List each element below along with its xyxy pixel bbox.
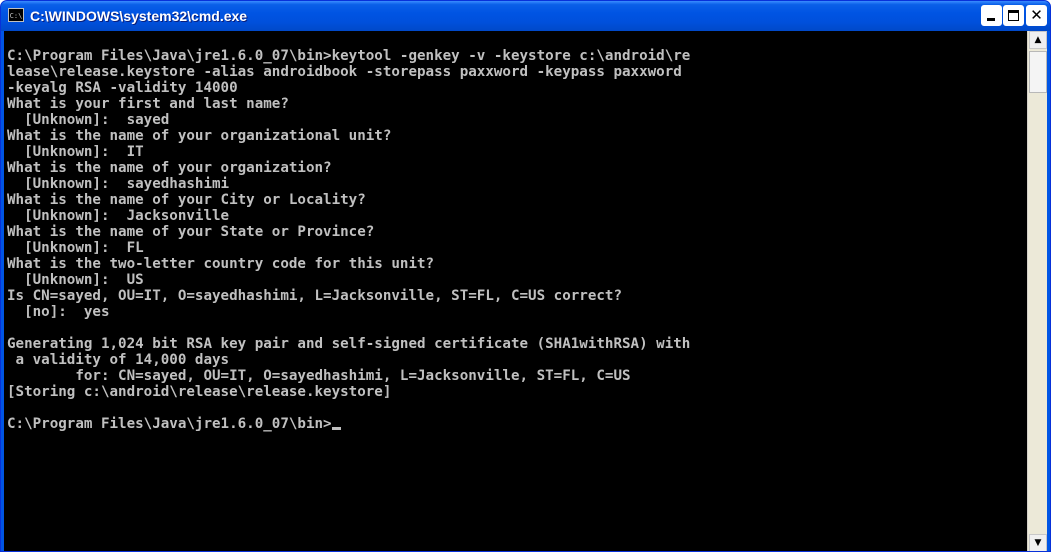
minimize-icon: [987, 18, 995, 21]
console-line: [Unknown]: IT: [7, 144, 144, 160]
console-line: [Unknown]: FL: [7, 240, 144, 256]
minimize-button[interactable]: [981, 5, 1002, 26]
console-line: What is the name of your organizational …: [7, 128, 392, 144]
console-line: Is CN=sayed, OU=IT, O=sayedhashimi, L=Ja…: [7, 288, 622, 304]
console-line: lease\release.keystore -alias androidboo…: [7, 64, 682, 80]
vertical-scrollbar[interactable]: ▲ ▼: [1027, 31, 1047, 551]
console-line: [Unknown]: sayed: [7, 112, 170, 128]
scroll-down-arrow-icon[interactable]: ▼: [1029, 534, 1047, 551]
scrollbar-thumb[interactable]: [1029, 51, 1047, 93]
console-line: What is the name of your City or Localit…: [7, 192, 366, 208]
console-line: [Unknown]: US: [7, 272, 144, 288]
close-icon: ✕: [1030, 6, 1043, 24]
console-line: -keyalg RSA -validity 14000: [7, 80, 238, 96]
console-line: [Storing c:\android\release\release.keys…: [7, 384, 392, 400]
console-line: What is your first and last name?: [7, 96, 289, 112]
console-output[interactable]: C:\Program Files\Java\jre1.6.0_07\bin>ke…: [7, 48, 1023, 548]
console-area[interactable]: C:\Program Files\Java\jre1.6.0_07\bin>ke…: [4, 31, 1047, 551]
cmd-icon[interactable]: C:\: [8, 8, 24, 22]
scroll-up-arrow-icon[interactable]: ▲: [1029, 31, 1047, 49]
console-line: a validity of 14,000 days: [7, 352, 230, 368]
console-line: What is the two-letter country code for …: [7, 256, 435, 272]
console-line: for: CN=sayed, OU=IT, O=sayedhashimi, L=…: [7, 368, 631, 384]
cmd-window: C:\ C:\WINDOWS\system32\cmd.exe ✕ C:\Pro…: [0, 0, 1051, 552]
console-line: What is the name of your organization?: [7, 160, 332, 176]
maximize-icon: [1008, 10, 1019, 21]
text-cursor: [331, 427, 341, 430]
console-line: Generating 1,024 bit RSA key pair and se…: [7, 336, 691, 352]
console-line: What is the name of your State or Provin…: [7, 224, 375, 240]
close-button[interactable]: ✕: [1026, 5, 1047, 26]
title-bar[interactable]: C:\ C:\WINDOWS\system32\cmd.exe ✕: [1, 1, 1050, 31]
console-line: [Unknown]: Jacksonville: [7, 208, 230, 224]
prompt-line: C:\Program Files\Java\jre1.6.0_07\bin>: [7, 416, 1023, 432]
console-line: [no]: yes: [7, 304, 110, 320]
console-line: [Unknown]: sayedhashimi: [7, 176, 230, 192]
window-title: C:\WINDOWS\system32\cmd.exe: [30, 8, 248, 24]
maximize-button[interactable]: [1003, 5, 1024, 26]
console-line: C:\Program Files\Java\jre1.6.0_07\bin>ke…: [7, 48, 691, 64]
